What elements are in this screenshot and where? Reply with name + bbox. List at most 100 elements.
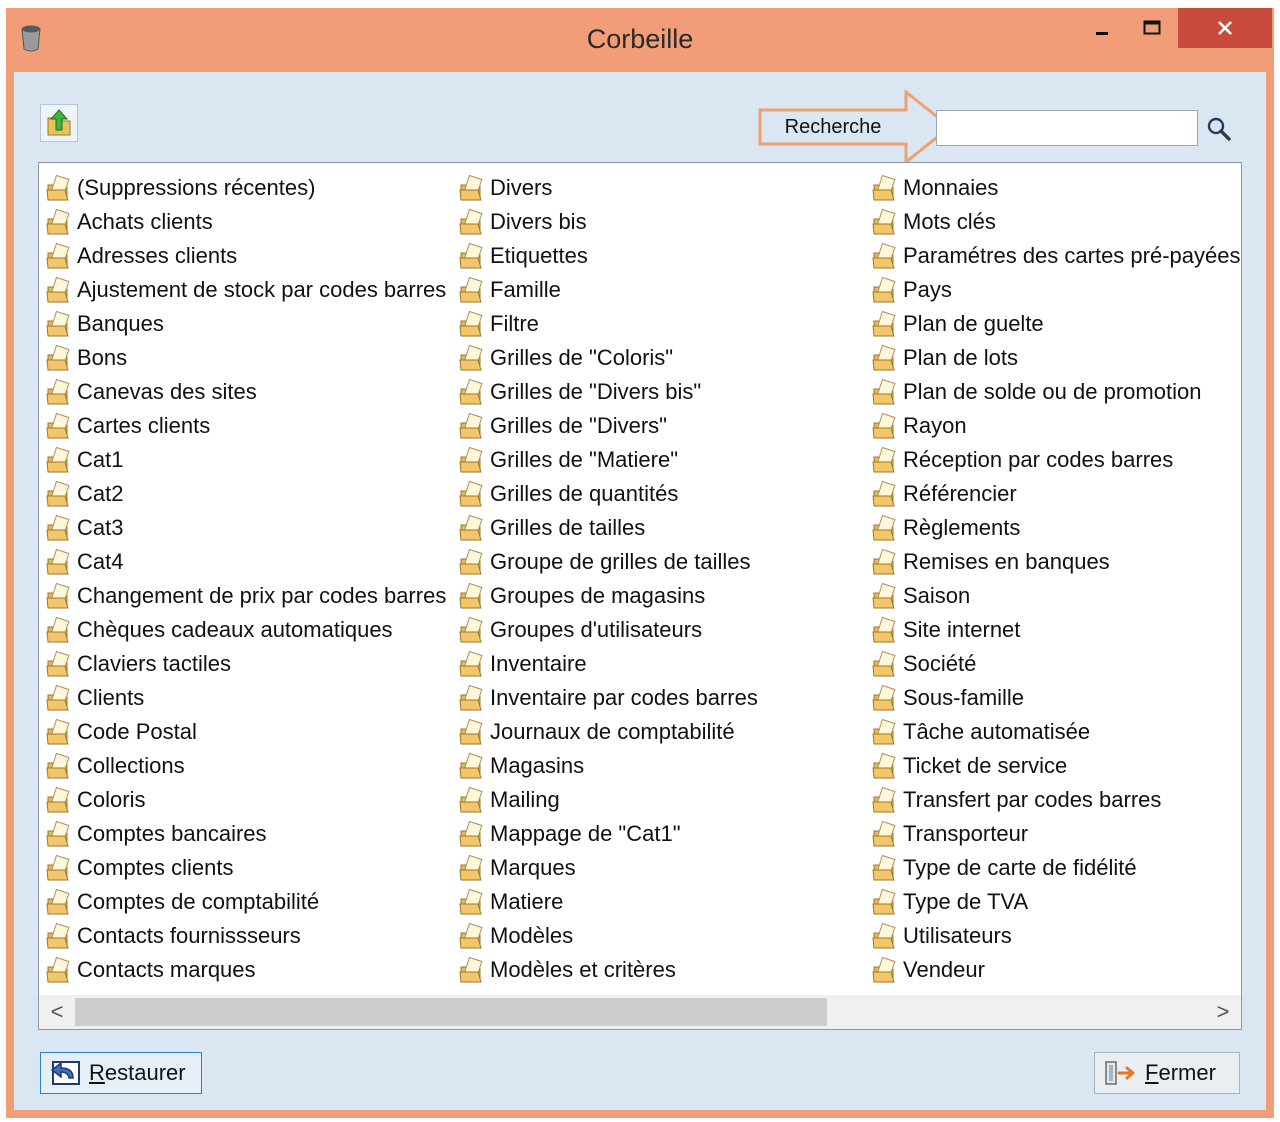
- list-item[interactable]: Grilles de "Coloris": [458, 341, 758, 375]
- minimize-button[interactable]: [1082, 8, 1122, 48]
- folder-paper-icon: [45, 752, 73, 780]
- list-item[interactable]: Filtre: [458, 307, 758, 341]
- title-bar[interactable]: Corbeille: [6, 8, 1274, 72]
- list-item[interactable]: Grilles de "Matiere": [458, 443, 758, 477]
- list-item[interactable]: Chèques cadeaux automatiques: [45, 613, 446, 647]
- list-item[interactable]: Mappage de "Cat1": [458, 817, 758, 851]
- list-item[interactable]: Contacts fournissseurs: [45, 919, 446, 953]
- list-item[interactable]: Cartes clients: [45, 409, 446, 443]
- list-item[interactable]: Ticket de service: [871, 749, 1241, 783]
- list-item[interactable]: Modèles et critères: [458, 953, 758, 987]
- list-item[interactable]: Cat2: [45, 477, 446, 511]
- list-item[interactable]: Transfert par codes barres: [871, 783, 1241, 817]
- folder-paper-icon: [45, 786, 73, 814]
- list-item[interactable]: Divers: [458, 171, 758, 205]
- list-item-label: Cat2: [77, 481, 124, 506]
- list-item[interactable]: Plan de solde ou de promotion: [871, 375, 1241, 409]
- list-item[interactable]: Banques: [45, 307, 446, 341]
- list-item[interactable]: Remises en banques: [871, 545, 1241, 579]
- folder-paper-icon: [45, 888, 73, 916]
- list-item[interactable]: Vendeur: [871, 953, 1241, 987]
- list-item[interactable]: Bons: [45, 341, 446, 375]
- list-item[interactable]: Etiquettes: [458, 239, 758, 273]
- list-item[interactable]: Paramétres des cartes pré-payées: [871, 239, 1241, 273]
- list-item[interactable]: Adresses clients: [45, 239, 446, 273]
- list-item[interactable]: Règlements: [871, 511, 1241, 545]
- folder-paper-icon: [45, 208, 73, 236]
- list-item[interactable]: Plan de lots: [871, 341, 1241, 375]
- close-window-button[interactable]: [1178, 8, 1272, 48]
- list-item[interactable]: Grilles de quantités: [458, 477, 758, 511]
- list-item[interactable]: Site internet: [871, 613, 1241, 647]
- list-item[interactable]: (Suppressions récentes): [45, 171, 446, 205]
- magnifier-icon[interactable]: [1206, 116, 1232, 142]
- scroll-left-button[interactable]: <: [39, 995, 75, 1029]
- list-item[interactable]: Transporteur: [871, 817, 1241, 851]
- list-item[interactable]: Inventaire: [458, 647, 758, 681]
- list-item[interactable]: Inventaire par codes barres: [458, 681, 758, 715]
- list-item[interactable]: Cat3: [45, 511, 446, 545]
- list-item[interactable]: Changement de prix par codes barres: [45, 579, 446, 613]
- list-item[interactable]: Pays: [871, 273, 1241, 307]
- list-item[interactable]: Ajustement de stock par codes barres: [45, 273, 446, 307]
- maximize-button[interactable]: [1132, 8, 1172, 48]
- parent-folder-button[interactable]: [40, 104, 78, 142]
- search-input[interactable]: [936, 110, 1198, 146]
- list-item[interactable]: Société: [871, 647, 1241, 681]
- list-item[interactable]: Type de TVA: [871, 885, 1241, 919]
- scroll-right-button[interactable]: >: [1205, 995, 1241, 1029]
- list-item[interactable]: Magasins: [458, 749, 758, 783]
- list-item-label: Inventaire: [490, 651, 587, 676]
- deleted-tables-list[interactable]: (Suppressions récentes) Achats clients Adr…: [38, 162, 1242, 1030]
- list-item[interactable]: Type de carte de fidélité: [871, 851, 1241, 885]
- folder-paper-icon: [871, 752, 899, 780]
- list-item[interactable]: Comptes clients: [45, 851, 446, 885]
- list-item[interactable]: Sous-famille: [871, 681, 1241, 715]
- list-item[interactable]: Grilles de tailles: [458, 511, 758, 545]
- list-item[interactable]: Mots clés: [871, 205, 1241, 239]
- list-item-label: Réception par codes barres: [903, 447, 1174, 472]
- close-button[interactable]: Fermer: [1094, 1052, 1240, 1094]
- list-item[interactable]: Grilles de "Divers": [458, 409, 758, 443]
- list-item[interactable]: Collections: [45, 749, 446, 783]
- list-item[interactable]: Clients: [45, 681, 446, 715]
- list-item[interactable]: Cat4: [45, 545, 446, 579]
- list-item-label: Mots clés: [903, 209, 996, 234]
- list-item[interactable]: Mailing: [458, 783, 758, 817]
- list-item[interactable]: Marques: [458, 851, 758, 885]
- list-item[interactable]: Famille: [458, 273, 758, 307]
- list-item[interactable]: Coloris: [45, 783, 446, 817]
- list-item[interactable]: Divers bis: [458, 205, 758, 239]
- list-item[interactable]: Utilisateurs: [871, 919, 1241, 953]
- horizontal-scrollbar[interactable]: < >: [39, 995, 1241, 1029]
- list-item[interactable]: Tâche automatisée: [871, 715, 1241, 749]
- list-item[interactable]: Groupes de magasins: [458, 579, 758, 613]
- close-icon: [1218, 21, 1232, 35]
- list-item[interactable]: Groupe de grilles de tailles: [458, 545, 758, 579]
- restore-button[interactable]: Restaurer: [40, 1052, 202, 1094]
- list-item[interactable]: Saison: [871, 579, 1241, 613]
- list-item[interactable]: Plan de guelte: [871, 307, 1241, 341]
- list-item[interactable]: Code Postal: [45, 715, 446, 749]
- list-item[interactable]: Modèles: [458, 919, 758, 953]
- list-item[interactable]: Référencier: [871, 477, 1241, 511]
- list-item[interactable]: Contacts marques: [45, 953, 446, 987]
- list-item[interactable]: Cat1: [45, 443, 446, 477]
- list-item[interactable]: Grilles de "Divers bis": [458, 375, 758, 409]
- list-item[interactable]: Achats clients: [45, 205, 446, 239]
- list-item[interactable]: Groupes d'utilisateurs: [458, 613, 758, 647]
- list-item[interactable]: Comptes de comptabilité: [45, 885, 446, 919]
- list-item[interactable]: Réception par codes barres: [871, 443, 1241, 477]
- list-item-label: Comptes clients: [77, 855, 234, 880]
- folder-paper-icon: [45, 412, 73, 440]
- list-item[interactable]: Matiere: [458, 885, 758, 919]
- list-item[interactable]: Canevas des sites: [45, 375, 446, 409]
- list-item-label: Saison: [903, 583, 971, 608]
- list-item[interactable]: Claviers tactiles: [45, 647, 446, 681]
- list-item[interactable]: Comptes bancaires: [45, 817, 446, 851]
- scroll-thumb[interactable]: [75, 998, 827, 1026]
- list-item[interactable]: Rayon: [871, 409, 1241, 443]
- list-item[interactable]: Journaux de comptabilité: [458, 715, 758, 749]
- list-item-label: Utilisateurs: [903, 923, 1012, 948]
- list-item[interactable]: Monnaies: [871, 171, 1241, 205]
